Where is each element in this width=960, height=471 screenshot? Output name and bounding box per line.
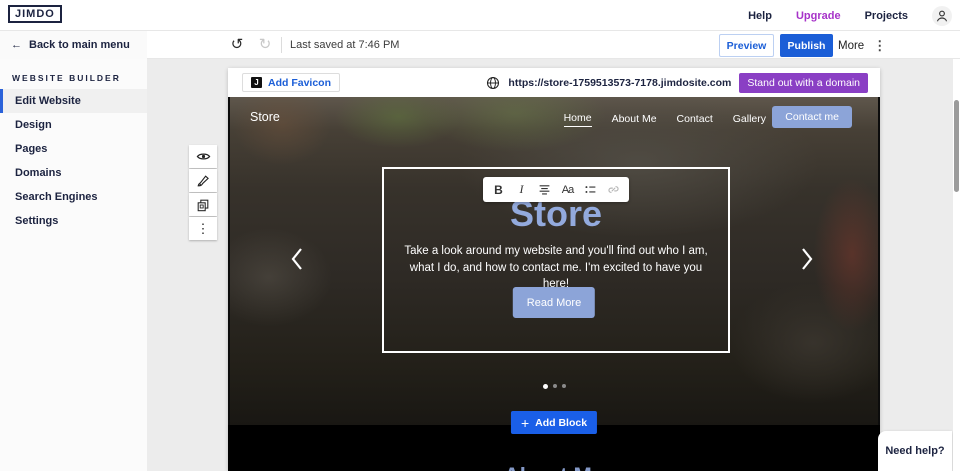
contact-me-button[interactable]: Contact me bbox=[772, 106, 852, 128]
italic-button[interactable]: I bbox=[512, 179, 532, 200]
more-label: More bbox=[838, 40, 864, 52]
bold-button[interactable]: B bbox=[489, 179, 509, 200]
add-block-button[interactable]: + Add Block bbox=[511, 411, 597, 434]
block-tools: ⋮ bbox=[189, 145, 217, 240]
list-icon bbox=[584, 183, 597, 196]
preview-button[interactable]: Preview bbox=[719, 34, 774, 57]
builder-sidebar: WEBSITE BUILDER Edit Website Design Page… bbox=[0, 59, 147, 471]
kebab-menu-icon: ⋮ bbox=[873, 38, 886, 54]
carousel-dot[interactable] bbox=[553, 384, 557, 388]
site-nav-links: Home About Me Contact Gallery bbox=[564, 97, 766, 141]
stand-out-domain-button[interactable]: Stand out with a domain bbox=[739, 73, 868, 93]
align-center-icon bbox=[538, 183, 551, 196]
editor-toolbar-row: ← Back to main menu ↺ ↻ Last saved at 7:… bbox=[0, 31, 960, 59]
align-button[interactable] bbox=[535, 179, 555, 200]
upgrade-link[interactable]: Upgrade bbox=[796, 10, 841, 22]
carousel-dots bbox=[230, 384, 878, 389]
list-button[interactable] bbox=[581, 179, 601, 200]
nav-link-contact[interactable]: Contact bbox=[677, 113, 713, 125]
add-favicon-label: Add Favicon bbox=[268, 77, 331, 89]
hide-block-button[interactable] bbox=[189, 145, 217, 168]
sidebar-item-edit-website[interactable]: Edit Website bbox=[0, 89, 147, 113]
sidebar-item-domains[interactable]: Domains bbox=[0, 161, 147, 185]
globe-icon bbox=[486, 76, 500, 90]
link-button[interactable] bbox=[604, 179, 624, 200]
site-bar-right: https://store-1759513573-7178.jimdosite.… bbox=[486, 68, 868, 97]
last-saved-status: Last saved at 7:46 PM bbox=[290, 39, 399, 51]
text-format-toolbar: B I Aa bbox=[483, 177, 629, 202]
back-label: Back to main menu bbox=[29, 39, 130, 51]
jimdo-logo: JIMDO bbox=[8, 5, 62, 23]
link-icon bbox=[607, 183, 620, 196]
help-link[interactable]: Help bbox=[748, 10, 772, 22]
next-section-title: About Me bbox=[228, 463, 880, 471]
header-nav: Help Upgrade Projects bbox=[748, 0, 952, 31]
jimdo-editor-screen: JIMDO Help Upgrade Projects ← Back to ma… bbox=[0, 0, 960, 471]
carousel-next-button[interactable] bbox=[800, 245, 818, 273]
font-size-button[interactable]: Aa bbox=[558, 179, 578, 200]
undo-button[interactable]: ↺ bbox=[226, 34, 248, 56]
projects-link[interactable]: Projects bbox=[865, 10, 908, 22]
site-brand[interactable]: Store bbox=[250, 110, 280, 124]
redo-button[interactable]: ↻ bbox=[254, 34, 276, 56]
back-arrow-icon: ← bbox=[11, 39, 22, 51]
copy-icon bbox=[196, 198, 210, 212]
sidebar-item-settings[interactable]: Settings bbox=[0, 209, 147, 233]
back-to-main-menu-button[interactable]: ← Back to main menu bbox=[0, 31, 147, 59]
nav-link-home[interactable]: Home bbox=[564, 112, 592, 127]
chevron-right-icon bbox=[800, 247, 818, 271]
more-button[interactable]: More ⋮ bbox=[838, 34, 886, 57]
nav-link-gallery[interactable]: Gallery bbox=[733, 113, 766, 125]
add-block-label: Add Block bbox=[535, 417, 587, 429]
site-nav: Store Home About Me Contact Gallery Cont… bbox=[230, 97, 878, 141]
paintbrush-icon bbox=[196, 174, 210, 188]
sidebar-item-pages[interactable]: Pages bbox=[0, 137, 147, 161]
carousel-prev-button[interactable] bbox=[290, 245, 308, 273]
sidebar-item-design[interactable]: Design bbox=[0, 113, 147, 137]
hero-block: Store Home About Me Contact Gallery Cont… bbox=[228, 97, 880, 425]
sidebar-item-search-engines[interactable]: Search Engines bbox=[0, 185, 147, 209]
favicon-placeholder-icon: J bbox=[251, 77, 262, 88]
scrollbar-thumb[interactable] bbox=[954, 100, 959, 192]
page-scrollbar bbox=[953, 59, 960, 471]
sidebar-section-label: WEBSITE BUILDER bbox=[0, 59, 147, 89]
style-block-button[interactable] bbox=[189, 169, 217, 192]
block-more-button[interactable]: ⋮ bbox=[189, 217, 217, 240]
undo-icon: ↺ bbox=[231, 36, 244, 53]
add-favicon-button[interactable]: J Add Favicon bbox=[242, 73, 340, 92]
eye-icon bbox=[196, 149, 211, 164]
read-more-button[interactable]: Read More bbox=[513, 287, 595, 318]
hero-body-text[interactable]: Take a look around my website and you'll… bbox=[402, 243, 710, 293]
nav-link-about-me[interactable]: About Me bbox=[612, 113, 657, 125]
app-header: JIMDO Help Upgrade Projects bbox=[0, 0, 960, 31]
need-help-button[interactable]: Need help? bbox=[878, 431, 952, 471]
chevron-left-icon bbox=[290, 247, 308, 271]
site-url[interactable]: https://store-1759513573-7178.jimdosite.… bbox=[508, 77, 731, 89]
account-avatar[interactable] bbox=[932, 6, 952, 26]
toolbar-divider bbox=[281, 37, 282, 53]
carousel-dot[interactable] bbox=[543, 384, 548, 389]
site-url-bar: J Add Favicon https://store-1759513573-7… bbox=[228, 68, 880, 97]
site-canvas: J Add Favicon https://store-1759513573-7… bbox=[228, 68, 880, 471]
redo-icon: ↻ bbox=[259, 36, 272, 53]
duplicate-block-button[interactable] bbox=[189, 193, 217, 216]
user-icon bbox=[935, 9, 949, 23]
carousel-dot[interactable] bbox=[562, 384, 566, 388]
publish-button[interactable]: Publish bbox=[780, 34, 833, 57]
plus-icon: + bbox=[521, 416, 529, 430]
kebab-menu-icon: ⋮ bbox=[197, 221, 210, 237]
